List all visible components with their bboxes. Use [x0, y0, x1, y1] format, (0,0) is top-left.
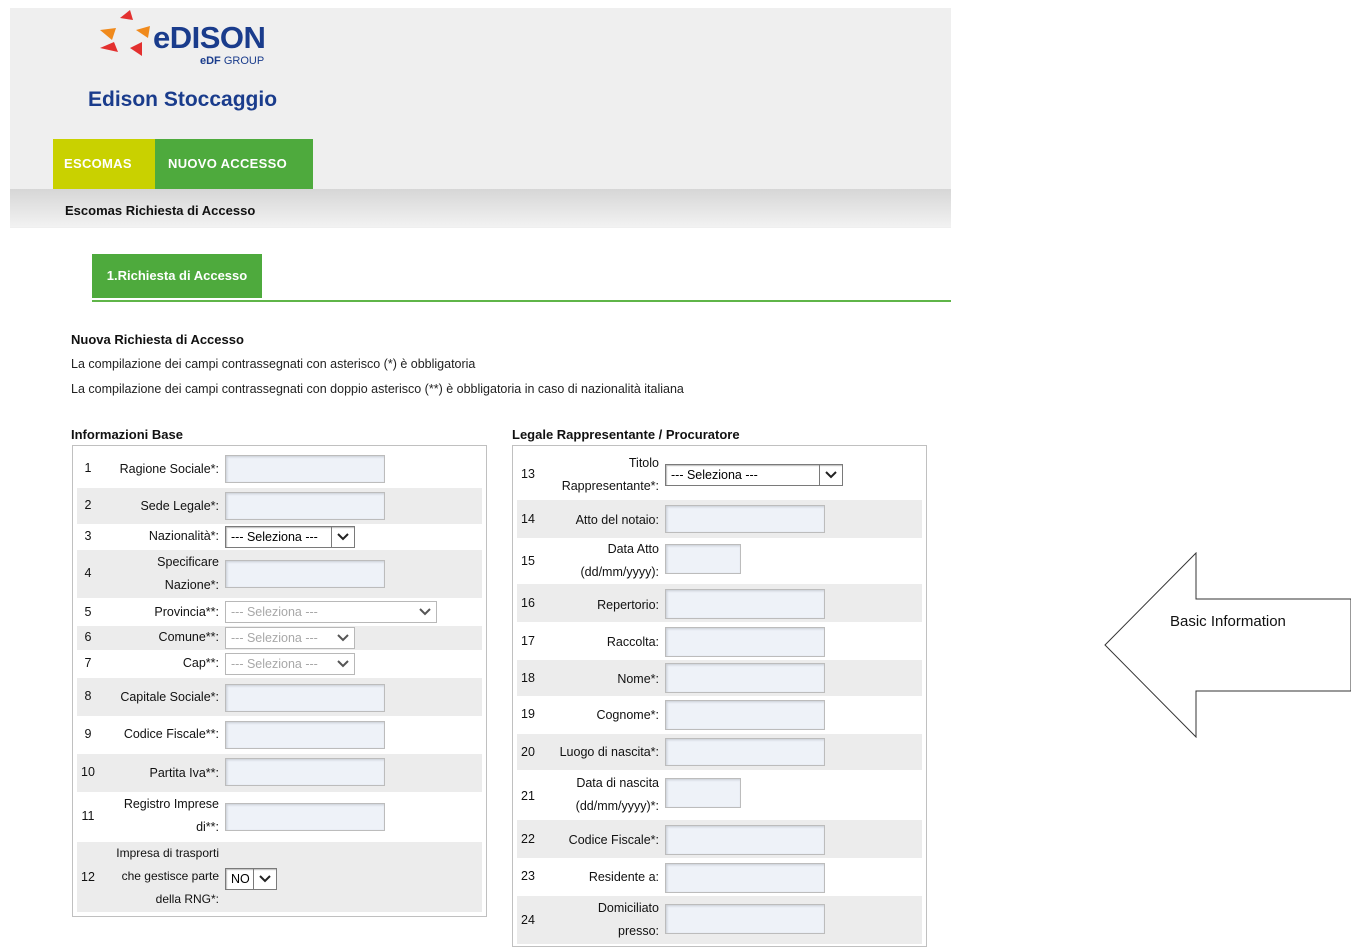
main-nav: ESCOMAS NUOVO ACCESSO	[53, 139, 313, 189]
chevron-down-icon	[331, 527, 354, 547]
left-arrow-icon	[1104, 552, 1351, 738]
step-tab-richiesta[interactable]: 1.Richiesta di Accesso	[92, 254, 262, 298]
data-nascita-input[interactable]	[665, 778, 741, 808]
field-row: 2 Sede Legale*:	[77, 488, 482, 524]
field-row: 23 Residente a:	[517, 858, 922, 896]
section-title-base: Informazioni Base	[71, 427, 183, 442]
comune-select[interactable]: --- Seleziona ---	[225, 627, 355, 649]
domiciliato-input[interactable]	[665, 904, 825, 934]
field-row: 1 Ragione Sociale*:	[77, 450, 482, 488]
field-row: 19 Cognome*:	[517, 696, 922, 734]
app-window: eDISON eDF GROUP Edison Stoccaggio ESCOM…	[10, 8, 951, 950]
nome-input[interactable]	[665, 663, 825, 693]
chevron-down-icon	[332, 654, 354, 674]
intro-block: Nuova Richiesta di Accesso La compilazio…	[71, 332, 684, 407]
partita-iva-input[interactable]	[225, 758, 385, 786]
base-info-panel: 1 Ragione Sociale*: 2 Sede Legale*: 3 Na…	[72, 445, 487, 917]
field-row: 5 Provincia**: --- Seleziona ---	[77, 598, 482, 626]
nav-tab-escomas[interactable]: ESCOMAS	[53, 139, 155, 189]
raccolta-input[interactable]	[665, 627, 825, 657]
cap-select[interactable]: --- Seleziona ---	[225, 653, 355, 675]
titolo-rappresentante-select[interactable]: --- Seleziona ---	[665, 464, 843, 486]
field-row: 20 Luogo di nascita*:	[517, 734, 922, 770]
nazionalita-select[interactable]: --- Seleziona ---	[225, 526, 355, 548]
annotation-label: Basic Information	[1170, 613, 1286, 630]
field-row: 15 Data Atto (dd/mm/yyyy):	[517, 538, 922, 584]
sede-legale-input[interactable]	[225, 492, 385, 520]
residente-input[interactable]	[665, 863, 825, 893]
nav-tab-nuovo-accesso[interactable]: NUOVO ACCESSO	[155, 139, 313, 189]
field-row: 22 Codice Fiscale*:	[517, 820, 922, 858]
step-divider	[92, 300, 951, 302]
field-row: 18 Nome*:	[517, 660, 922, 696]
repertorio-input[interactable]	[665, 589, 825, 619]
chevron-down-icon	[332, 628, 354, 648]
field-row: 21 Data di nascita (dd/mm/yyyy)*:	[517, 770, 922, 820]
provincia-select[interactable]: --- Seleziona ---	[225, 601, 437, 623]
field-row: 12 Impresa di trasporti che gestisce part…	[77, 842, 482, 912]
field-row: 4 Specificare Nazione*:	[77, 550, 482, 598]
impresa-trasporti-select[interactable]: NO	[225, 868, 277, 890]
data-atto-input[interactable]	[665, 544, 741, 574]
legal-rep-panel: 13 Titolo Rappresentante*: --- Seleziona …	[512, 445, 927, 947]
cognome-input[interactable]	[665, 700, 825, 730]
brand-title: Edison Stoccaggio	[88, 88, 278, 111]
field-row: 14 Atto del notaio:	[517, 500, 922, 538]
field-row: 16 Repertorio:	[517, 584, 922, 622]
field-row: 11 Registro Imprese di**:	[77, 792, 482, 842]
breadcrumb: Escomas Richiesta di Accesso	[10, 189, 951, 227]
brand-group-text: eDF GROUP	[200, 55, 265, 67]
section-title-legal: Legale Rappresentante / Procuratore	[512, 427, 740, 442]
chevron-down-icon	[414, 602, 436, 622]
field-row: 8 Capitale Sociale*:	[77, 678, 482, 716]
specificare-nazione-input[interactable]	[225, 560, 385, 588]
field-row: 10 Partita Iva**:	[77, 754, 482, 792]
atto-notaio-input[interactable]	[665, 505, 825, 533]
field-row: 17 Raccolta:	[517, 622, 922, 660]
chevron-down-icon	[253, 869, 276, 889]
field-row: 24 Domiciliato presso:	[517, 896, 922, 944]
registro-imprese-input[interactable]	[225, 803, 385, 831]
field-row: 13 Titolo Rappresentante*: --- Seleziona …	[517, 450, 922, 500]
double-required-note: La compilazione dei campi contrassegnati…	[71, 382, 684, 396]
codice-fiscale-rapp-input[interactable]	[665, 825, 825, 855]
field-row: 7 Cap**: --- Seleziona ---	[77, 650, 482, 678]
form-title: Nuova Richiesta di Accesso	[71, 332, 244, 347]
chevron-down-icon	[819, 465, 842, 485]
field-row: 3 Nazionalità*: --- Seleziona ---	[77, 524, 482, 550]
codice-fiscale-input[interactable]	[225, 721, 385, 749]
required-note: La compilazione dei campi contrassegnati…	[71, 357, 476, 371]
capitale-sociale-input[interactable]	[225, 684, 385, 712]
brand-logo-text: eDISON	[153, 20, 266, 55]
luogo-nascita-input[interactable]	[665, 738, 825, 766]
field-row: 9 Codice Fiscale**:	[77, 716, 482, 754]
field-row: 6 Comune**: --- Seleziona ---	[77, 626, 482, 650]
header: eDISON eDF GROUP Edison Stoccaggio ESCOM…	[10, 8, 951, 228]
ragione-sociale-input[interactable]	[225, 455, 385, 483]
edison-logo-icon	[100, 10, 150, 56]
